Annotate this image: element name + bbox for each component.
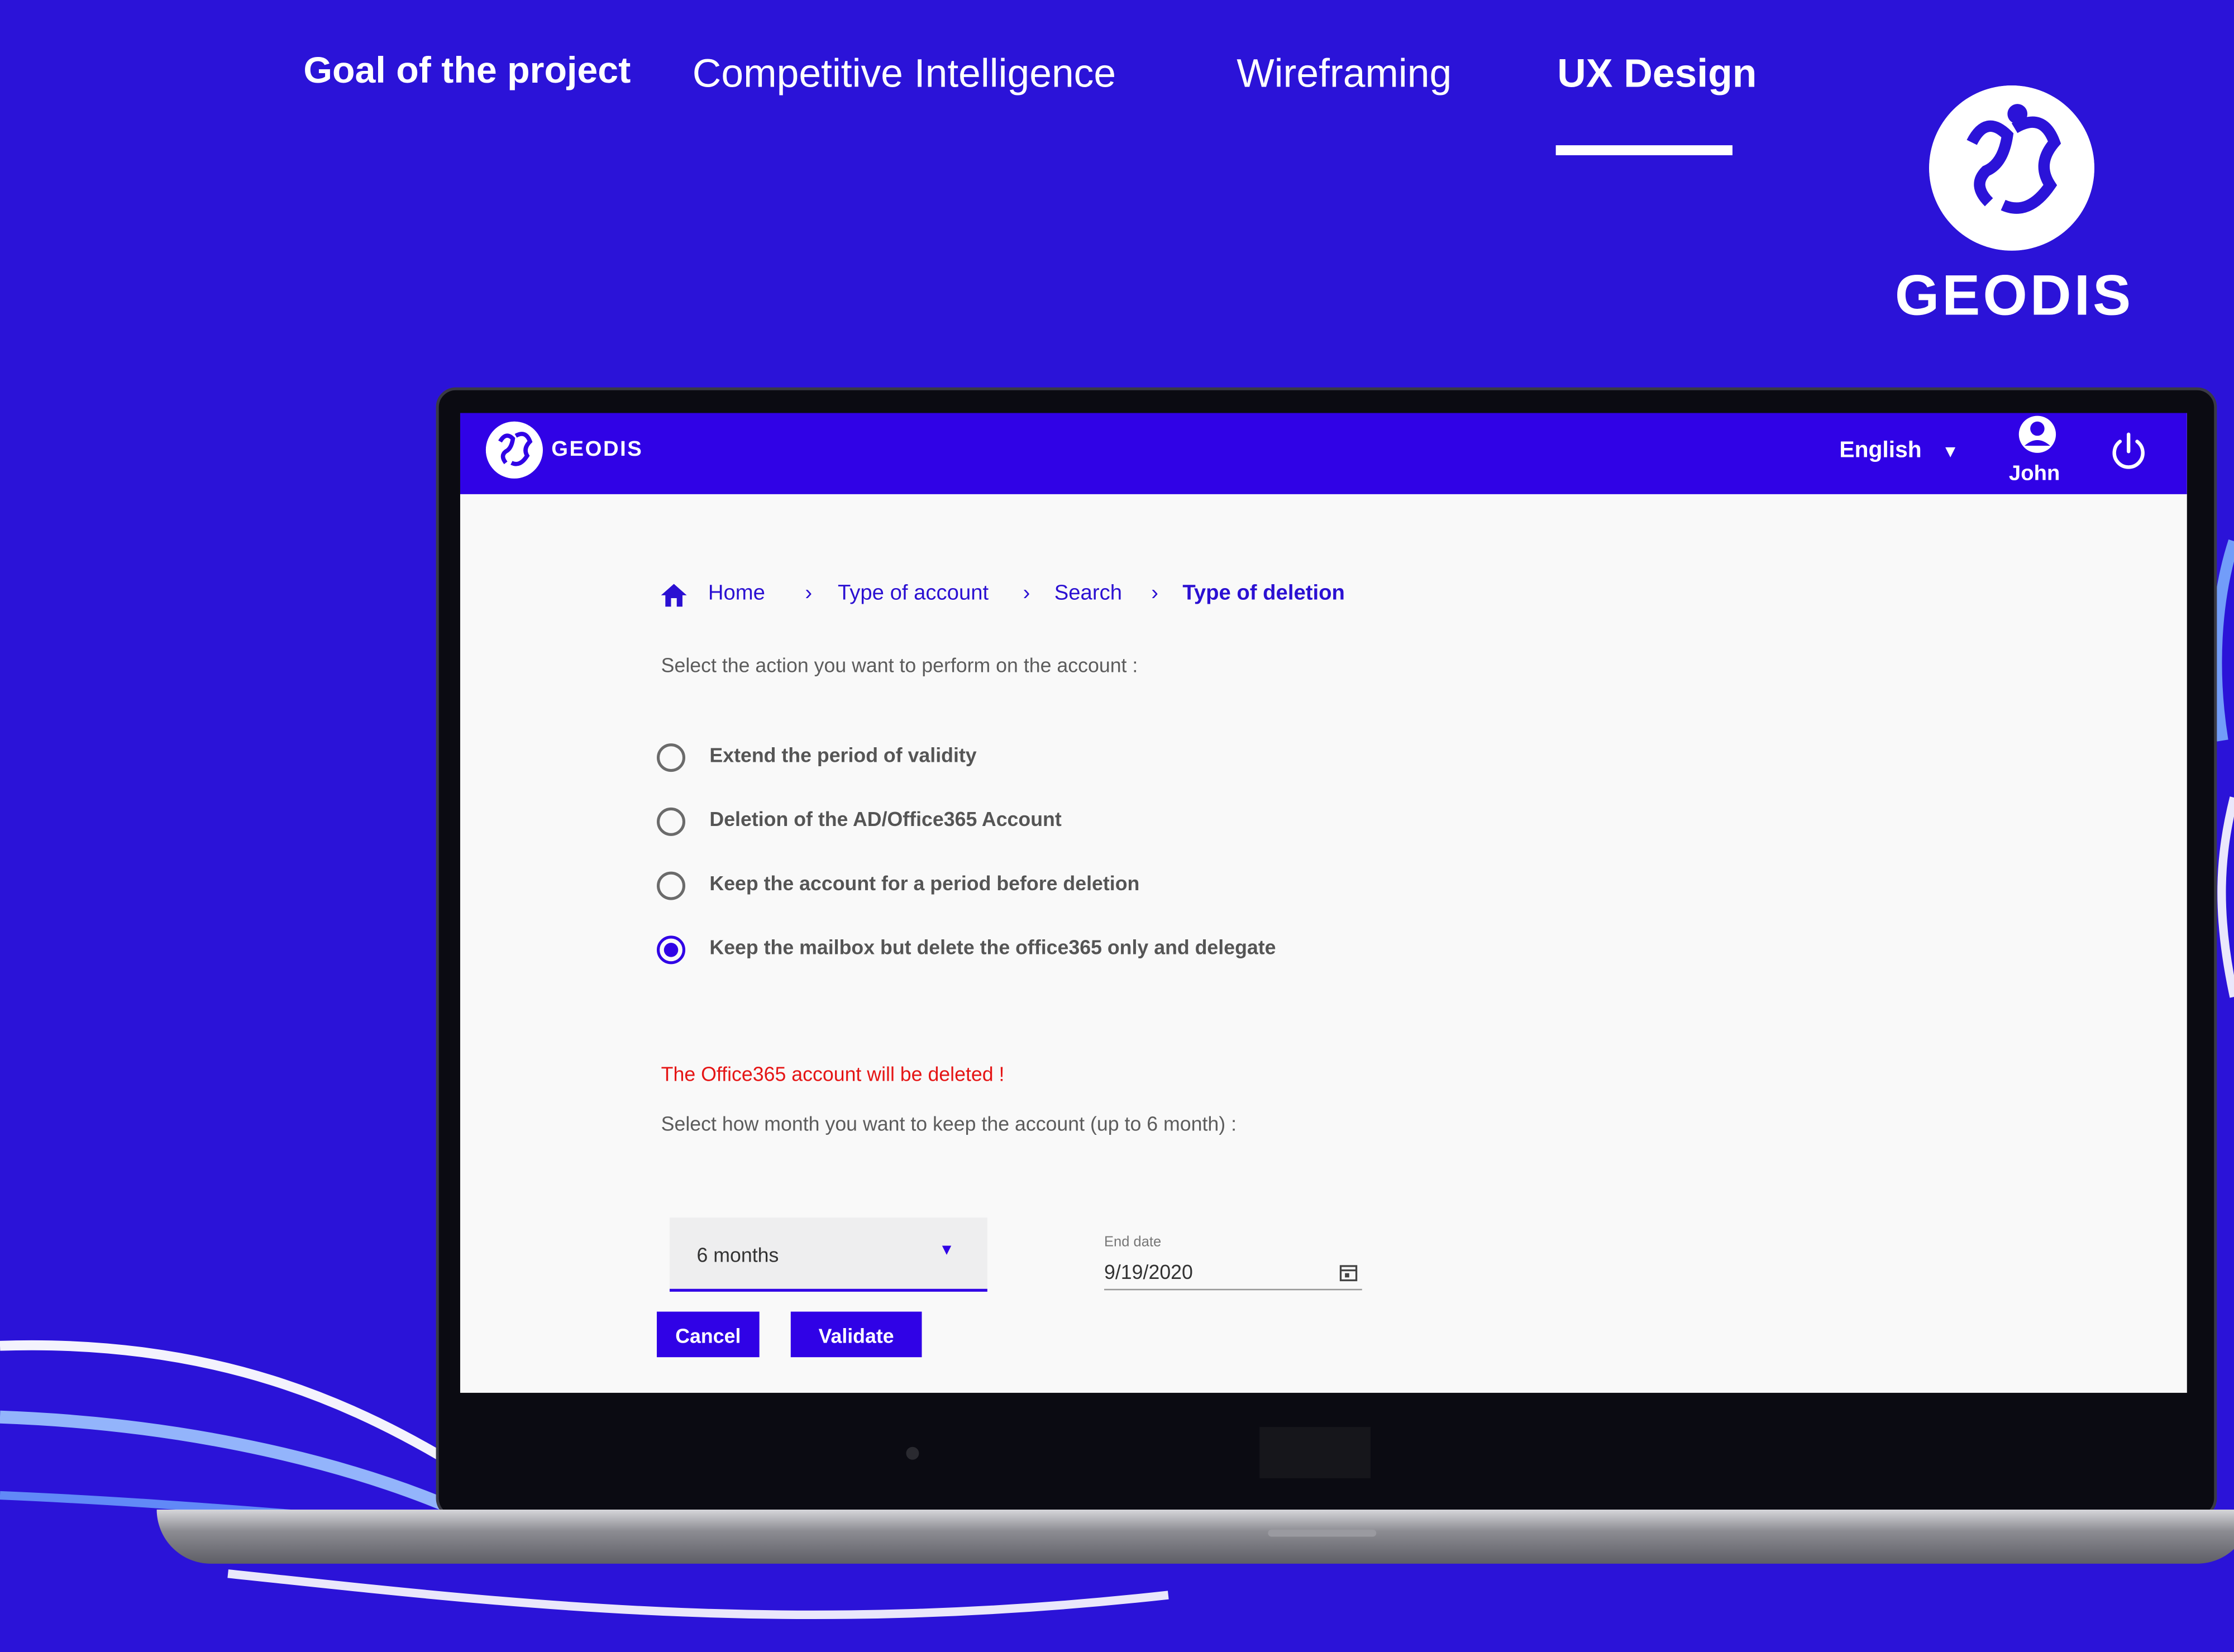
deletion-warning: The Office365 account will be deleted ! <box>661 1062 1005 1086</box>
end-date-field[interactable]: 9/19/2020 <box>1104 1258 1362 1291</box>
option-label: Deletion of the AD/Office365 Account <box>709 807 1062 830</box>
chevron-down-icon[interactable]: ▼ <box>939 1242 954 1259</box>
laptop-webcam <box>906 1446 919 1460</box>
geodis-emblem-icon <box>1929 85 2094 251</box>
action-prompt: Select the action you want to perform on… <box>661 653 1138 677</box>
app-screen: GEODIS English ▼ John Home › Type of acc… <box>460 413 2187 1393</box>
geodis-wordmark: GEODIS <box>1894 265 2134 328</box>
nav-ux-design[interactable]: UX Design <box>1557 51 1756 97</box>
calendar-icon[interactable] <box>1339 1263 1358 1282</box>
end-date-value: 9/19/2020 <box>1104 1260 1193 1283</box>
option-label: Keep the mailbox but delete the office36… <box>709 935 1276 959</box>
app-header: GEODIS English ▼ John <box>460 413 2187 494</box>
breadcrumb-home[interactable]: Home <box>708 581 765 605</box>
end-date-label: End date <box>1104 1234 1162 1250</box>
nav-active-indicator <box>1555 145 1733 155</box>
user-avatar-icon[interactable] <box>2016 413 2059 456</box>
breadcrumb-type-of-deletion: Type of deletion <box>1182 581 1345 605</box>
breadcrumb-separator: › <box>805 581 813 605</box>
radio-button[interactable] <box>657 807 686 836</box>
breadcrumb-separator: › <box>1023 581 1030 605</box>
app-brand-name: GEODIS <box>551 437 643 462</box>
radio-button[interactable] <box>657 743 686 772</box>
home-icon[interactable] <box>660 581 688 609</box>
chevron-down-icon[interactable]: ▼ <box>1942 442 1959 462</box>
nav-wireframing[interactable]: Wireframing <box>1237 51 1452 97</box>
breadcrumb-search[interactable]: Search <box>1054 581 1122 605</box>
radio-button-selected[interactable] <box>657 935 686 965</box>
nav-goal-of-the-project[interactable]: Goal of the project <box>303 49 631 93</box>
option-label: Keep the account for a period before del… <box>709 871 1140 895</box>
radio-button[interactable] <box>657 871 686 900</box>
app-logo-icon[interactable] <box>485 421 543 479</box>
breadcrumb-type-of-account[interactable]: Type of account <box>838 581 989 605</box>
laptop-base <box>156 1510 2234 1564</box>
cancel-button[interactable]: Cancel <box>657 1311 760 1358</box>
laptop-sensor <box>1259 1427 1371 1478</box>
nav-competitive-intelligence[interactable]: Competitive Intelligence <box>693 51 1116 97</box>
duration-select[interactable]: 6 months ▼ <box>669 1217 987 1292</box>
duration-value: 6 months <box>696 1243 779 1266</box>
duration-prompt: Select how month you want to keep the ac… <box>661 1112 1237 1135</box>
option-label: Extend the period of validity <box>709 743 977 766</box>
user-name[interactable]: John <box>2009 461 2060 485</box>
language-selector[interactable]: English <box>1839 438 1921 464</box>
validate-button[interactable]: Validate <box>790 1311 922 1358</box>
power-icon[interactable] <box>2106 429 2151 475</box>
breadcrumb-separator: › <box>1151 581 1158 605</box>
laptop-lip <box>1268 1529 1377 1537</box>
